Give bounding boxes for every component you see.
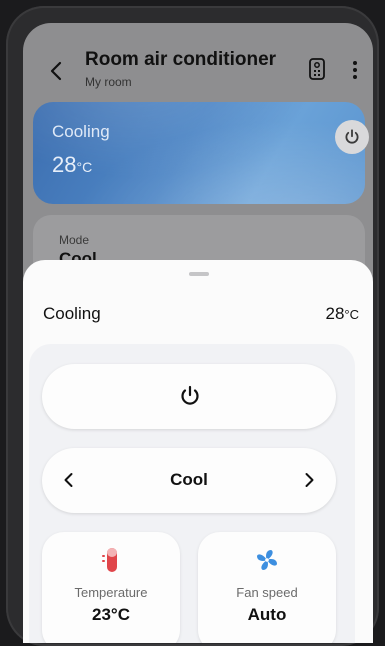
status-state-label: Cooling bbox=[52, 122, 110, 141]
room-name: My room bbox=[85, 75, 132, 89]
page-title: Room air conditioner bbox=[85, 49, 277, 70]
temperature-tile[interactable]: Temperature 23°C bbox=[42, 532, 180, 643]
control-panel: Cool Temperature 23°C Fan speed Auto bbox=[29, 344, 355, 643]
remote-control-icon[interactable] bbox=[308, 58, 326, 80]
mode-selector: Cool bbox=[42, 448, 336, 513]
status-power-button[interactable] bbox=[335, 120, 369, 154]
fan-speed-tile[interactable]: Fan speed Auto bbox=[198, 532, 336, 643]
power-toggle-button[interactable] bbox=[42, 364, 336, 429]
fan-icon bbox=[257, 550, 277, 570]
status-temperature-value: 28 bbox=[52, 152, 77, 177]
sheet-temperature-unit: °C bbox=[344, 307, 359, 322]
fan-speed-label: Fan speed bbox=[236, 585, 298, 600]
back-arrow-icon[interactable] bbox=[45, 59, 69, 83]
app-header: Room air conditioner My room bbox=[23, 23, 373, 111]
phone-frame: Room air conditioner My room Cooling 28°… bbox=[6, 6, 379, 646]
status-temperature: 28°C bbox=[52, 152, 92, 178]
mode-label: Mode bbox=[59, 233, 90, 247]
fan-speed-value: Auto bbox=[247, 605, 287, 624]
sheet-temperature-value: 28 bbox=[325, 304, 345, 323]
mode-selector-value: Cool bbox=[170, 470, 208, 489]
status-temperature-unit: °C bbox=[76, 159, 93, 175]
thermometer-icon bbox=[102, 548, 117, 572]
sheet-drag-handle[interactable] bbox=[189, 272, 209, 276]
sheet-title: Cooling bbox=[43, 304, 101, 323]
chevron-right-icon[interactable] bbox=[299, 470, 319, 490]
power-icon bbox=[181, 385, 199, 405]
device-status-card[interactable]: Cooling 28°C bbox=[33, 102, 369, 204]
bottom-sheet: Cooling 28°C Cool Temperature 23°C Fan s… bbox=[23, 260, 373, 643]
more-options-icon[interactable] bbox=[345, 59, 365, 81]
temperature-label: Temperature bbox=[74, 585, 148, 600]
sheet-temperature: 28°C bbox=[325, 304, 359, 324]
temperature-value: 23°C bbox=[92, 605, 130, 624]
power-icon bbox=[345, 129, 359, 144]
app-screen: Room air conditioner My room Cooling 28°… bbox=[23, 23, 373, 643]
